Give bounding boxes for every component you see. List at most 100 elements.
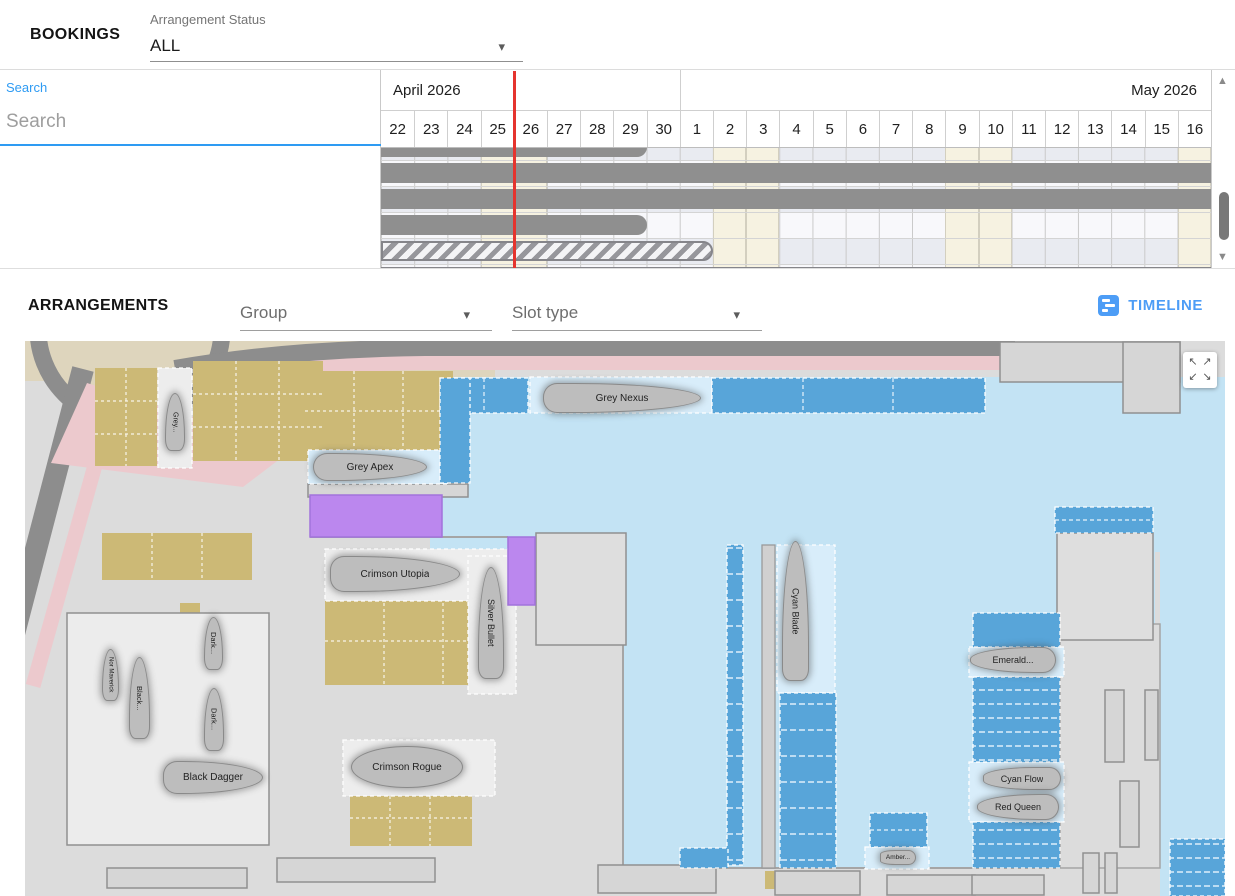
weekend-cell: [713, 148, 746, 160]
scroll-up-icon[interactable]: ▲: [1217, 75, 1228, 87]
yacht-label: Crimson Utopia: [361, 569, 430, 580]
booking-row-chart: [381, 161, 1211, 186]
expand-nw-icon: ↖: [1188, 357, 1197, 368]
yacht-label: Silver Bullet: [486, 599, 496, 647]
weekend-cell: [713, 239, 746, 264]
select-underline: [240, 330, 492, 331]
today-marker-line: [513, 71, 516, 268]
booking-bar[interactable]: [381, 163, 1211, 183]
day-header: 2223242526272829301234567891011121314151…: [381, 110, 1211, 148]
bookings-header: BOOKINGS Arrangement Status ALL ▾: [0, 0, 1235, 70]
booking-bar[interactable]: [381, 241, 713, 261]
day-cell: 29: [613, 111, 646, 147]
search-input[interactable]: [4, 104, 368, 140]
search-label: Search: [6, 80, 47, 95]
arrangement-status-label: Arrangement Status: [150, 12, 266, 27]
yacht-label: Dark...: [209, 632, 218, 654]
booking-row-chart: [381, 187, 1211, 212]
day-cell: 5: [813, 111, 846, 147]
day-cell: 28: [580, 111, 613, 147]
arrangement-status-select[interactable]: ALL ▾: [150, 32, 523, 62]
timeline-button-label: TIMELINE: [1128, 297, 1203, 314]
yacht-label: Grey Nexus: [596, 393, 649, 404]
weekend-cell: [746, 148, 779, 160]
yacht[interactable]: Cyan Flow: [983, 767, 1061, 790]
arrangements-title: ARRANGEMENTS: [28, 297, 169, 315]
weekend-cell: [746, 213, 779, 238]
timeline-view-button[interactable]: TIMELINE: [1098, 292, 1203, 318]
slot-type-select[interactable]: Slot type ▾: [512, 291, 762, 331]
search-underline: [0, 144, 381, 146]
booking-bar[interactable]: [381, 189, 1211, 209]
month-label-april: April 2026: [381, 70, 680, 110]
booking-row-chart: [381, 148, 1211, 160]
yacht-label: Black...: [135, 686, 144, 711]
day-cell: 16: [1178, 111, 1211, 147]
day-cell: 24: [447, 111, 480, 147]
bookings-title: BOOKINGS: [30, 26, 120, 44]
yacht[interactable]: Amber...: [880, 850, 916, 865]
weekend-cell: [1178, 148, 1211, 160]
bookings-search-panel: Search: [0, 70, 381, 268]
chevron-down-icon: ▾: [463, 307, 470, 323]
chevron-down-icon: ▾: [498, 39, 505, 55]
yacht-label: Grey...: [172, 412, 179, 432]
marina-app: BOOKINGS Arrangement Status ALL ▾ Search…: [0, 0, 1235, 896]
day-cell: 10: [979, 111, 1012, 147]
month-header: April 2026 May 2026: [381, 70, 1211, 110]
day-cell: 9: [945, 111, 978, 147]
marina-map[interactable]: Grey... Grey Nexus Grey Apex Crimson Utopia…: [25, 341, 1225, 896]
day-cell: 26: [514, 111, 547, 147]
yacht-label: Grey Apex: [347, 462, 394, 473]
day-cell: 30: [647, 111, 680, 147]
weekend-cell: [945, 213, 978, 238]
yacht-label: Cyan Flow: [1001, 774, 1044, 784]
weekend-cell: [1178, 213, 1211, 238]
timeline-icon: [1098, 295, 1119, 316]
day-cell: 6: [846, 111, 879, 147]
group-select-label: Group: [240, 303, 287, 323]
day-cell: 11: [1012, 111, 1045, 147]
weekend-cell: [713, 213, 746, 238]
day-cell: 2: [713, 111, 746, 147]
day-cell: 15: [1145, 111, 1178, 147]
day-cell: 27: [547, 111, 580, 147]
weekend-cell: [945, 239, 978, 264]
weekend-cell: [979, 148, 1012, 160]
group-select[interactable]: Group ▾: [240, 291, 492, 331]
booking-row-chart: [381, 239, 1211, 264]
weekend-cell: [979, 213, 1012, 238]
yacht-label: Red Queen: [995, 802, 1041, 812]
day-cell: 12: [1045, 111, 1078, 147]
booking-row-chart: [381, 213, 1211, 238]
yacht-label: Dark...: [210, 708, 219, 730]
yacht-label: Cyan Blade: [791, 588, 801, 635]
scroll-down-icon[interactable]: ▼: [1217, 251, 1228, 263]
scrollbar-thumb[interactable]: [1219, 192, 1229, 240]
weekend-cell: [945, 148, 978, 160]
day-cell: 3: [746, 111, 779, 147]
fullscreen-expand-button[interactable]: ↖ ↗ ↙ ↘: [1183, 352, 1217, 388]
weekend-cell: [746, 239, 779, 264]
weekend-cell: [979, 239, 1012, 264]
arrangement-status-value: ALL: [150, 36, 180, 56]
day-cell: 23: [414, 111, 447, 147]
yacht-label: Emerald...: [992, 655, 1033, 665]
select-underline: [512, 330, 762, 331]
day-cell: 22: [381, 111, 414, 147]
chevron-down-icon: ▾: [733, 307, 740, 323]
expand-se-icon: ↘: [1202, 372, 1211, 383]
yacht-label: Crimson Rogue: [372, 762, 441, 773]
yacht-label: Black Dagger: [183, 772, 243, 783]
timeline-scrollbar: ▲ ▼: [1211, 70, 1235, 268]
day-cell: 1: [680, 111, 713, 147]
month-label-may: May 2026: [680, 70, 1211, 110]
day-cell: 13: [1078, 111, 1111, 147]
day-cell: 8: [912, 111, 945, 147]
weekend-cell: [1178, 239, 1211, 264]
expand-sw-icon: ↙: [1188, 372, 1197, 383]
day-cell: 25: [481, 111, 514, 147]
yacht[interactable]: Crimson Rogue: [351, 746, 463, 788]
arrangements-toolbar: ARRANGEMENTS Group ▾ Slot type ▾ TIMELIN…: [0, 268, 1235, 341]
day-cell: 7: [879, 111, 912, 147]
